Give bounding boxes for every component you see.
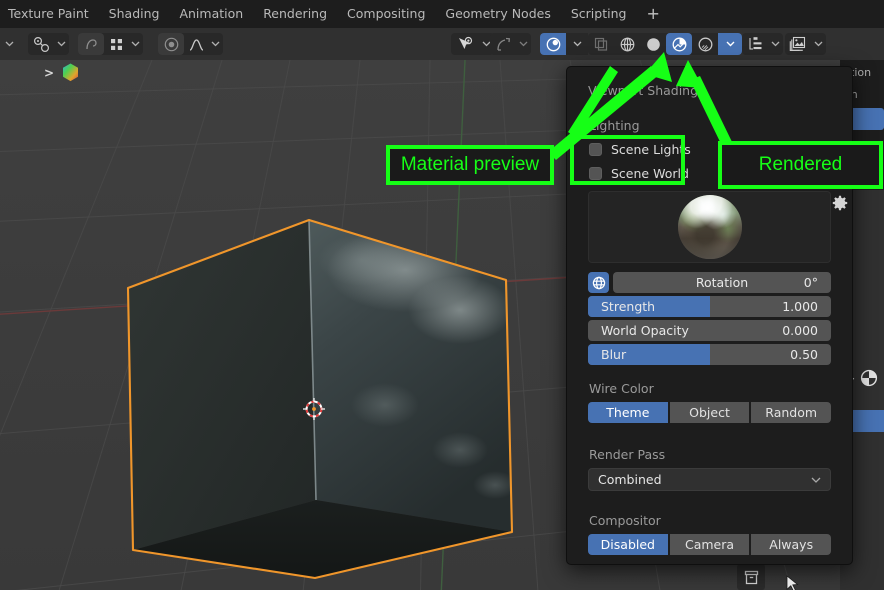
visibility-selectability-icon[interactable]: [451, 33, 479, 55]
render-pass-label: Render Pass: [589, 447, 666, 462]
rotation-slider-value: 0°: [803, 275, 818, 290]
viewport-breadcrumb: >: [44, 62, 81, 83]
visibility-selectability-group: [451, 33, 494, 55]
gizmo-chevron-icon[interactable]: [811, 33, 826, 55]
viewport-overlays-filter-icon[interactable]: [742, 33, 768, 55]
snap-chevron-icon[interactable]: [516, 33, 531, 55]
proportional-editing-group: [540, 33, 588, 55]
wire-color-segmented-control: Theme Object Random: [588, 402, 832, 423]
world-rotation-globe-icon[interactable]: [588, 272, 609, 293]
toggle-xray-icon[interactable]: [588, 33, 614, 55]
editor-type-chevron-icon[interactable]: [2, 33, 17, 55]
mode-chevron-icon[interactable]: [54, 33, 69, 55]
strength-slider-value: 1.000: [782, 299, 818, 314]
shading-material-preview-icon[interactable]: [666, 33, 692, 55]
wire-color-option-random[interactable]: Random: [751, 402, 832, 423]
3d-cursor-icon: [303, 398, 325, 420]
world-opacity-slider[interactable]: World Opacity 0.000: [588, 320, 831, 341]
curve-profile-icon[interactable]: [184, 33, 208, 55]
shading-rendered-icon[interactable]: [692, 33, 718, 55]
blur-slider-row[interactable]: Blur 0.50: [588, 344, 831, 365]
add-workspace-button[interactable]: +: [636, 0, 669, 28]
proportional-chevron-icon[interactable]: [566, 33, 588, 55]
shading-wireframe-icon[interactable]: [614, 33, 640, 55]
strength-slider[interactable]: Strength 1.000: [588, 296, 831, 317]
strength-slider-label: Strength: [601, 299, 656, 314]
wire-color-option-theme[interactable]: Theme: [588, 402, 668, 423]
world-opacity-slider-label: World Opacity: [601, 323, 689, 338]
viewport-gizmo-group: [785, 33, 826, 55]
world-settings-gear-icon[interactable]: [832, 195, 848, 211]
editor-type-group: [2, 33, 17, 55]
rotation-slider[interactable]: Rotation 0°: [613, 272, 831, 293]
workspace-tab-texture-paint[interactable]: Texture Paint: [0, 0, 99, 28]
shading-popover-chevron-icon[interactable]: [718, 33, 742, 55]
compositor-segmented-control: Disabled Camera Always: [588, 534, 832, 555]
workspace-tab-rendering[interactable]: Rendering: [253, 0, 337, 28]
render-pass-dropdown[interactable]: Combined: [588, 468, 831, 491]
blur-slider-value: 0.50: [790, 347, 818, 362]
popover-title: Viewport Shading: [588, 83, 699, 98]
workspace-tab-compositing[interactable]: Compositing: [337, 0, 435, 28]
breadcrumb-arrow-icon[interactable]: >: [44, 66, 54, 80]
cube-object[interactable]: [100, 200, 550, 580]
render-pass-chevron-icon[interactable]: [811, 477, 821, 483]
rendered-callout: Rendered: [718, 141, 883, 189]
workspace-tab-bar: Texture Paint Shading Animation Renderin…: [0, 0, 884, 28]
world-opacity-slider-value: 0.000: [782, 323, 818, 338]
rotation-slider-row[interactable]: Rotation 0°: [588, 272, 831, 293]
symmetry-curve-group: [158, 33, 223, 55]
blur-slider-label: Blur: [601, 347, 627, 362]
material-sphere-icon: [861, 369, 878, 387]
archive-box-icon[interactable]: [737, 564, 765, 590]
sculpt-mode-icon[interactable]: [28, 33, 54, 55]
symmetry-dot-icon[interactable]: [158, 33, 184, 55]
render-pass-value: Combined: [598, 472, 662, 487]
workspace-tab-shading[interactable]: Shading: [99, 0, 170, 28]
compositor-option-camera[interactable]: Camera: [669, 534, 750, 555]
snapping-group: [490, 33, 531, 55]
brush-grid-icon[interactable]: [104, 33, 128, 55]
scene-lights-world-highlight-box: [570, 135, 685, 185]
compositor-option-always[interactable]: Always: [751, 534, 832, 555]
curve-chevron-icon[interactable]: [208, 33, 223, 55]
rotation-slider-label: Rotation: [695, 275, 749, 290]
strength-slider-row[interactable]: Strength 1.000: [588, 296, 831, 317]
viewport-overlays-group: [742, 33, 783, 55]
mode-select-group: [28, 33, 69, 55]
wire-color-option-object[interactable]: Object: [669, 402, 750, 423]
material-preview-callout: Material preview: [386, 145, 554, 185]
compositor-option-disabled[interactable]: Disabled: [588, 534, 668, 555]
compositor-label: Compositor: [589, 513, 661, 528]
brush-chevron-icon[interactable]: [128, 33, 143, 55]
lighting-section-label: Lighting: [589, 118, 640, 133]
viewport-header-toolbar: [0, 28, 884, 60]
hdri-preview-sphere[interactable]: [677, 195, 742, 259]
workspace-tab-geometry-nodes[interactable]: Geometry Nodes: [435, 0, 560, 28]
mouse-cursor-icon: [786, 575, 799, 590]
shading-solid-icon[interactable]: [640, 33, 666, 55]
workspace-tab-scripting[interactable]: Scripting: [561, 0, 637, 28]
viewport-gizmo-image-icon[interactable]: [785, 33, 811, 55]
shading-mode-group: [588, 33, 742, 55]
workspace-tab-animation[interactable]: Animation: [169, 0, 253, 28]
blur-slider[interactable]: Blur 0.50: [588, 344, 831, 365]
snap-magnet-icon[interactable]: [490, 33, 516, 55]
falloff-curve-icon[interactable]: [78, 33, 104, 55]
blender-window: Texture Paint Shading Animation Renderin…: [0, 0, 884, 590]
brush-settings-group: [78, 33, 143, 55]
hdri-environment-preview[interactable]: [588, 191, 848, 263]
object-cube-icon: [63, 63, 79, 82]
proportional-editing-icon[interactable]: [540, 33, 566, 55]
overlays-chevron-icon[interactable]: [768, 33, 783, 55]
world-opacity-slider-row[interactable]: World Opacity 0.000: [588, 320, 831, 341]
wire-color-label: Wire Color: [589, 381, 654, 396]
